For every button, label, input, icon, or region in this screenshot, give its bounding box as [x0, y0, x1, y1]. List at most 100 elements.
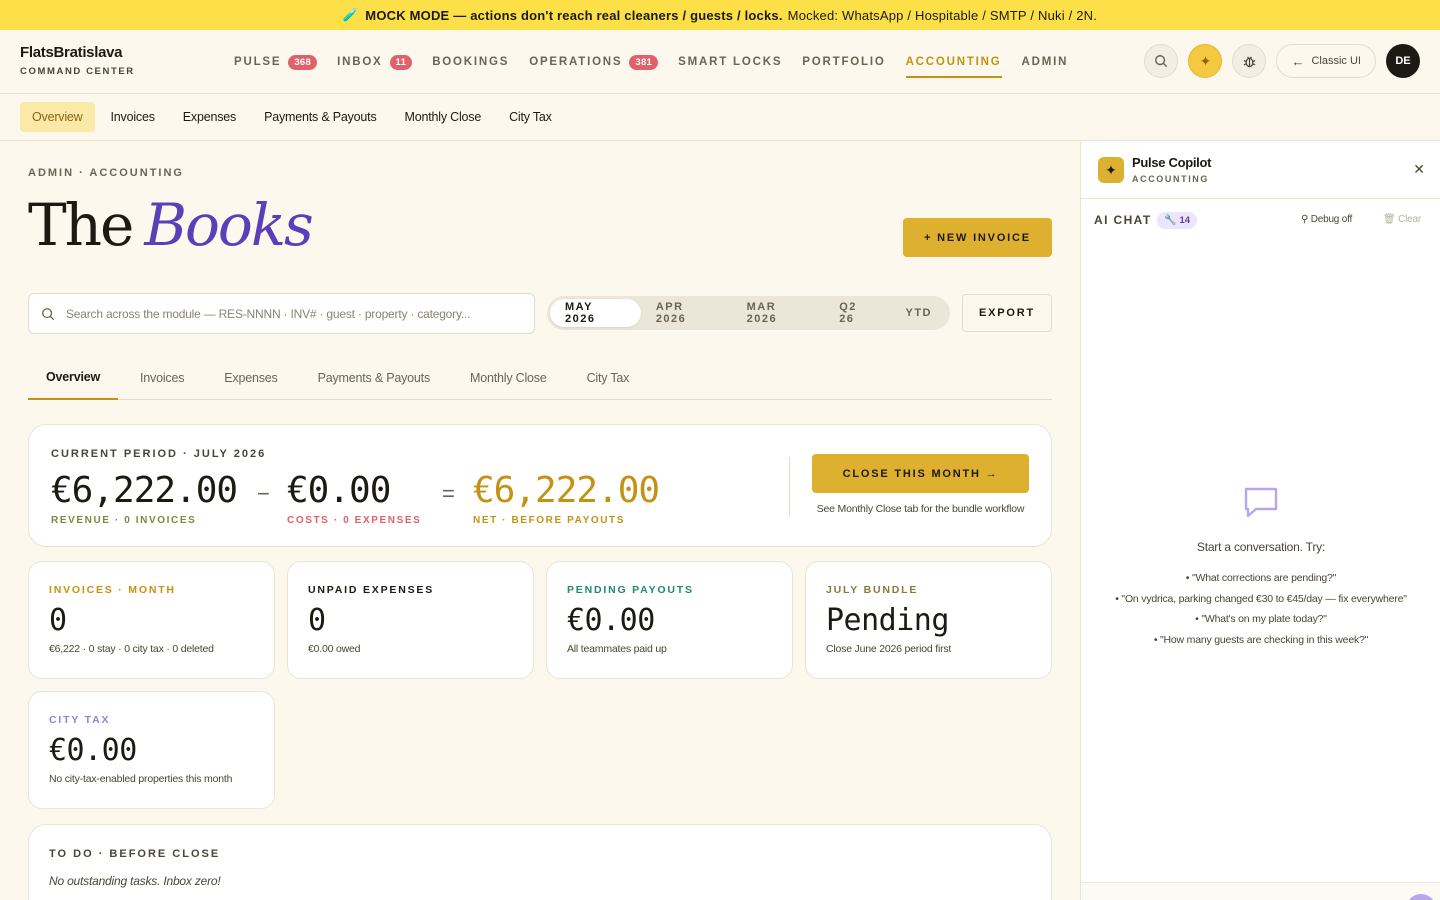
- banner-rest-text: Mocked: WhatsApp / Hospitable / SMTP / N…: [787, 7, 1098, 23]
- nav-item-pulse[interactable]: PULSE 368: [234, 30, 318, 94]
- search-input[interactable]: [66, 306, 506, 321]
- subnav-item-monthly-close[interactable]: Monthly Close: [393, 102, 494, 132]
- net-amount: €6,222.00: [473, 470, 660, 511]
- subnav-item-expenses[interactable]: Expenses: [171, 102, 248, 132]
- subnav-item-payments-payouts[interactable]: Payments & Payouts: [252, 102, 388, 132]
- tool-count-badge: 🔧 14: [1157, 212, 1198, 229]
- module-search[interactable]: [28, 293, 535, 334]
- copilot-header: ✦ Pulse Copilot ACCOUNTING ✕: [1081, 141, 1440, 199]
- stat-card-invoices[interactable]: INVOICES · MONTH 0 €6,222 · 0 stay · 0 c…: [28, 561, 275, 679]
- tab-monthly-close[interactable]: Monthly Close: [452, 356, 565, 400]
- wrench-icon: ⚲: [1301, 214, 1311, 225]
- global-search-button[interactable]: [1144, 44, 1179, 78]
- banner-bold-text: MOCK MODE — actions don't reach real cle…: [365, 7, 783, 23]
- stat-card-unpaid-expenses[interactable]: UNPAID EXPENSES 0 €0.00 owed: [287, 561, 534, 679]
- export-button[interactable]: EXPORT: [962, 294, 1052, 332]
- stat-value: €0.00: [567, 603, 655, 638]
- trash-icon: 🗑: [1383, 214, 1399, 225]
- classic-ui-label: Classic UI: [1311, 55, 1361, 67]
- chat-suggestion[interactable]: • "How many guests are checking in this …: [1081, 630, 1440, 651]
- todo-note: No outstanding tasks. Inbox zero!: [49, 874, 221, 888]
- tab-payments-payouts[interactable]: Payments & Payouts: [300, 356, 448, 400]
- page-title-accent: Books: [144, 191, 313, 259]
- period-may-2026[interactable]: MAY 2026: [550, 299, 641, 327]
- stat-card-city-tax[interactable]: CITY TAX €0.00 No city-tax-enabled prope…: [28, 691, 275, 809]
- net-sub: NET · BEFORE PAYOUTS: [473, 515, 626, 526]
- chat-empty-state: Start a conversation. Try: • "What corre…: [1081, 483, 1440, 650]
- nav-item-label: ADMIN: [1021, 56, 1069, 68]
- nav-item-bookings[interactable]: BOOKINGS: [432, 30, 509, 94]
- main-nav: PULSE 368 INBOX 11 BOOKINGS OPERATIONS 3…: [234, 30, 1088, 94]
- mock-mode-banner: 🧪 MOCK MODE — actions don't reach real c…: [0, 0, 1440, 30]
- chat-suggestion[interactable]: • "On vydrica, parking changed €30 to €4…: [1081, 589, 1440, 610]
- stat-label: JULY BUNDLE: [826, 584, 919, 596]
- period-q2-26[interactable]: Q2 26: [824, 299, 890, 327]
- nav-item-label: OPERATIONS: [529, 56, 623, 68]
- stat-note: No city-tax-enabled properties this mont…: [49, 773, 233, 785]
- flask-icon: 🧪: [342, 7, 360, 22]
- debug-label: Debug off: [1310, 214, 1353, 225]
- nav-item-label: BOOKINGS: [432, 56, 510, 68]
- stat-value: 0: [49, 603, 67, 638]
- tab-city-tax[interactable]: City Tax: [569, 356, 648, 400]
- period-apr-2026[interactable]: APR 2026: [641, 299, 732, 327]
- new-invoice-button[interactable]: + NEW INVOICE: [903, 218, 1052, 257]
- nav-item-admin[interactable]: ADMIN: [1022, 30, 1069, 94]
- tab-invoices[interactable]: Invoices: [122, 356, 202, 400]
- revenue-sub: REVENUE · 0 INVOICES: [51, 515, 197, 526]
- tab-overview[interactable]: Overview: [28, 356, 118, 400]
- search-icon: [42, 307, 55, 320]
- user-avatar[interactable]: DE: [1386, 44, 1420, 78]
- nav-item-inbox[interactable]: INBOX 11: [337, 30, 413, 94]
- arrow-left-icon: ←: [1291, 53, 1305, 69]
- summary-divider: [789, 457, 790, 517]
- nav-item-portfolio[interactable]: PORTFOLIO: [802, 30, 885, 94]
- stat-label: CITY TAX: [49, 714, 111, 726]
- nav-item-accounting[interactable]: ACCOUNTING: [905, 30, 1002, 94]
- stat-card-july-bundle[interactable]: JULY BUNDLE Pending Close June 2026 peri…: [805, 561, 1052, 679]
- net-block: €6,222.00 NET · BEFORE PAYOUTS: [473, 469, 660, 526]
- brand[interactable]: FlatsBratislava COMMAND CENTER: [20, 44, 135, 77]
- close-icon[interactable]: ✕: [1413, 161, 1425, 178]
- nav-item-label: SMART LOCKS: [678, 56, 783, 68]
- ai-copilot-button[interactable]: ✦: [1188, 44, 1223, 78]
- stat-card-pending-payouts[interactable]: PENDING PAYOUTS €0.00 All teammates paid…: [546, 561, 793, 679]
- subnav-item-overview[interactable]: Overview: [20, 102, 95, 132]
- period-ytd[interactable]: YTD: [890, 299, 947, 327]
- nav-item-label: PORTFOLIO: [802, 56, 886, 68]
- bug-icon: [1243, 56, 1256, 67]
- nav-item-label: INBOX: [337, 56, 383, 68]
- debug-button[interactable]: [1232, 44, 1267, 78]
- chat-input-area[interactable]: [1081, 882, 1440, 900]
- stat-note: Close June 2026 period first: [826, 643, 952, 655]
- nav-item-operations[interactable]: OPERATIONS 381: [529, 30, 659, 94]
- nav-item-label: PULSE: [234, 56, 282, 68]
- close-month-note: See Monthly Close tab for the bundle wor…: [816, 503, 1025, 515]
- classic-ui-button[interactable]: ← Classic UI: [1276, 44, 1376, 78]
- copilot-title: Pulse Copilot: [1132, 155, 1212, 170]
- costs-block: €0.00 COSTS · 0 EXPENSES: [287, 469, 421, 526]
- period-mar-2026[interactable]: MAR 2026: [732, 299, 825, 327]
- nav-item-label: ACCOUNTING: [905, 56, 1002, 68]
- chat-suggestion[interactable]: • "What's on my plate today?": [1081, 609, 1440, 630]
- nav-actions: ✦ ← Classic UI DE: [1134, 44, 1420, 78]
- stat-value: €0.00: [49, 733, 137, 768]
- subnav-item-invoices[interactable]: Invoices: [99, 102, 167, 132]
- ai-chat-label: AI CHAT: [1094, 213, 1152, 227]
- stat-note: €6,222 · 0 stay · 0 city tax · 0 deleted: [49, 643, 214, 655]
- chat-start-text: Start a conversation. Try:: [1196, 540, 1326, 554]
- breadcrumb: ADMIN · ACCOUNTING: [28, 167, 184, 179]
- chat-suggestion[interactable]: • "What corrections are pending?": [1081, 568, 1440, 589]
- sparkle-icon: ✦: [1098, 157, 1124, 183]
- search-icon: [1155, 55, 1168, 68]
- module-subnav: Overview Invoices Expenses Payments & Pa…: [0, 94, 1440, 141]
- tab-expenses[interactable]: Expenses: [206, 356, 295, 400]
- close-month-button[interactable]: CLOSE THIS MONTH →: [812, 454, 1029, 493]
- main-content: ADMIN · ACCOUNTING The Books + NEW INVOIC…: [0, 141, 1080, 900]
- equals-sign: =: [442, 481, 455, 506]
- subnav-item-city-tax[interactable]: City Tax: [497, 102, 564, 132]
- nav-item-smart-locks[interactable]: SMART LOCKS: [678, 30, 782, 94]
- clear-chat-button[interactable]: 🗑 Clear: [1383, 214, 1421, 225]
- todo-before-close: TO DO · BEFORE CLOSE No outstanding task…: [28, 824, 1052, 900]
- debug-toggle[interactable]: ⚲ Debug off: [1301, 214, 1352, 225]
